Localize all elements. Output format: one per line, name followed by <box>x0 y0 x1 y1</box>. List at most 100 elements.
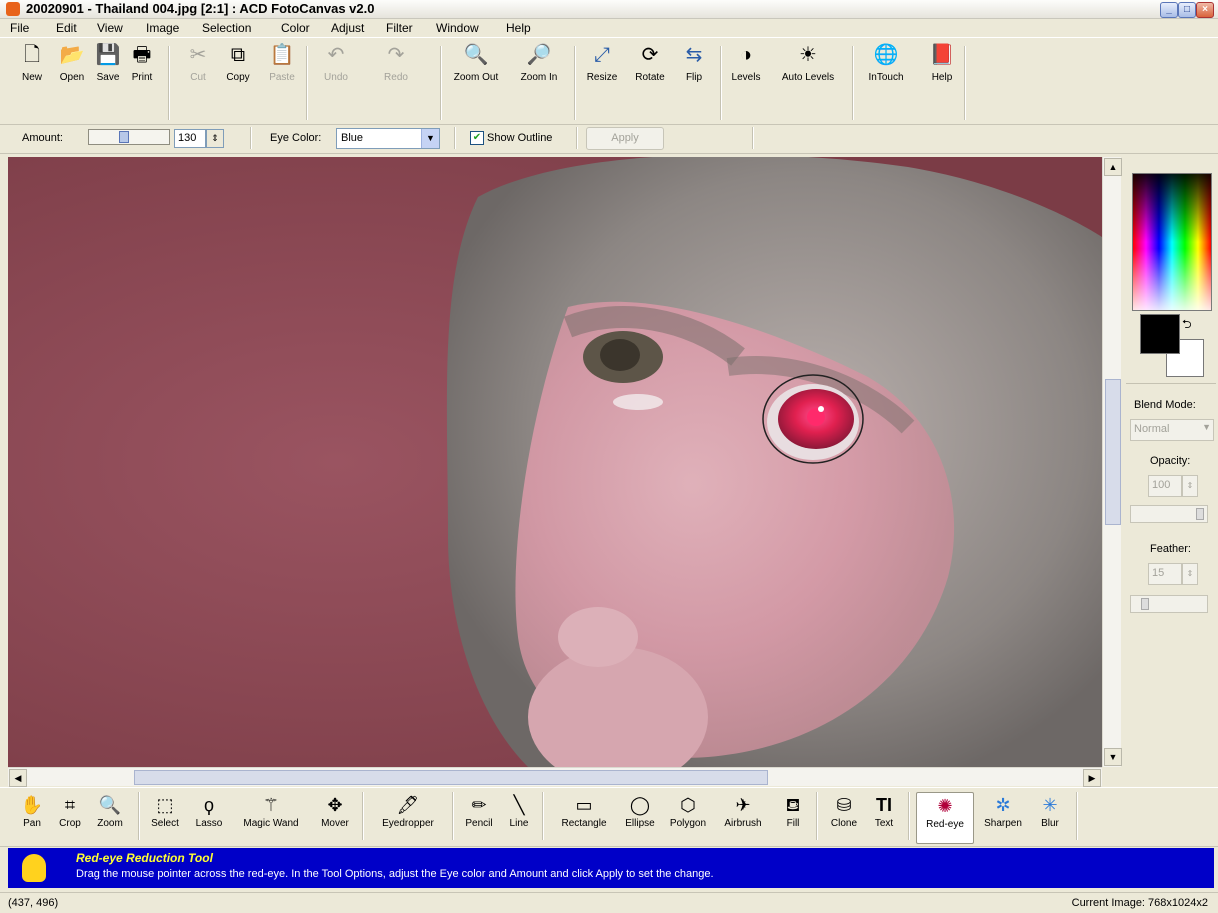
horizontal-scroll-thumb[interactable] <box>134 770 768 785</box>
feather-slider-thumb[interactable] <box>1141 598 1149 610</box>
scroll-down-icon[interactable]: ▼ <box>1104 748 1122 766</box>
magic-wand-icon: ⚚ <box>262 795 280 815</box>
show-outline-checkbox[interactable]: ✔ <box>470 131 484 145</box>
minimize-icon[interactable]: _ <box>1160 2 1178 18</box>
title-bar[interactable]: 20020901 - Thailand 004.jpg [2:1] : ACD … <box>0 0 1218 19</box>
tool-hint-bar: Red-eye Reduction Tool Drag the mouse po… <box>8 848 1214 888</box>
paste-button[interactable]: 📋 Paste <box>260 42 304 120</box>
tools-separator <box>1076 792 1078 840</box>
ellipse-label: Ellipse <box>625 818 655 829</box>
menu-image[interactable]: Image <box>146 21 179 35</box>
pencil-tool[interactable]: ✏ Pencil <box>458 792 500 842</box>
auto-levels-button[interactable]: ☀ Auto Levels <box>782 42 834 120</box>
line-tool[interactable]: ╲ Line <box>502 792 536 842</box>
opacity-slider[interactable] <box>1130 505 1208 523</box>
undo-button[interactable]: ↶ Undo <box>314 42 358 120</box>
amount-slider[interactable] <box>88 129 170 145</box>
blur-icon: ✳ <box>1042 795 1058 815</box>
text-label: Text <box>874 818 894 829</box>
image-canvas[interactable] <box>8 157 1102 767</box>
pencil-icon: ✏ <box>471 795 487 815</box>
flip-button[interactable]: ⇆ Flip <box>672 42 716 120</box>
opacity-spinner[interactable]: ⇕ <box>1182 475 1198 497</box>
blend-mode-label: Blend Mode: <box>1134 399 1196 411</box>
menu-selection[interactable]: Selection <box>202 21 251 35</box>
menu-adjust[interactable]: Adjust <box>331 21 364 35</box>
intouch-button[interactable]: 🌐 InTouch <box>864 42 908 120</box>
hint-text: Drag the mouse pointer across the red-ey… <box>76 868 714 880</box>
menu-view[interactable]: View <box>97 21 123 35</box>
feather-spinner[interactable]: ⇕ <box>1182 563 1198 585</box>
amount-field[interactable]: 130 <box>174 129 206 148</box>
menu-window[interactable]: Window <box>436 21 479 35</box>
foreground-color-swatch[interactable] <box>1140 314 1180 354</box>
mover-tool[interactable]: ✥ Mover <box>312 792 358 842</box>
resize-button[interactable]: ⤢ Resize <box>580 42 624 120</box>
show-outline-label[interactable]: Show Outline <box>487 132 552 144</box>
auto-levels-label: Auto Levels <box>781 72 835 83</box>
copy-icon: ⧉ <box>230 44 246 66</box>
clone-tool[interactable]: ⛁ Clone <box>824 792 864 842</box>
hint-title: Red-eye Reduction Tool <box>76 851 213 865</box>
pan-tool[interactable]: ✋ Pan <box>18 792 46 842</box>
select-tool[interactable]: ⬚ Select <box>144 792 186 842</box>
lasso-tool[interactable]: ϙ Lasso <box>188 792 230 842</box>
select-label: Select <box>151 818 179 829</box>
toolbar-separator <box>574 46 576 120</box>
close-icon[interactable]: × <box>1196 2 1214 18</box>
text-tool[interactable]: TI Text <box>866 792 902 842</box>
magic-wand-tool[interactable]: ⚚ Magic Wand <box>234 792 308 842</box>
blur-tool[interactable]: ✳ Blur <box>1030 792 1070 842</box>
airbrush-tool[interactable]: ✈ Airbrush <box>716 792 770 842</box>
scroll-right-icon[interactable]: ▶ <box>1083 769 1101 787</box>
menu-help[interactable]: Help <box>506 21 531 35</box>
feather-field[interactable]: 15 <box>1148 563 1182 585</box>
fill-tool[interactable]: ⛾ Fill <box>776 792 810 842</box>
scroll-left-icon[interactable]: ◀ <box>9 769 27 787</box>
rectangle-tool[interactable]: ▭ Rectangle <box>550 792 618 842</box>
opacity-field[interactable]: 100 <box>1148 475 1182 497</box>
sharpen-tool[interactable]: ✲ Sharpen <box>978 792 1028 842</box>
eye-color-select[interactable]: Blue ▼ <box>336 128 440 149</box>
blend-mode-select[interactable]: Normal ▼ <box>1130 419 1214 441</box>
chevron-down-icon[interactable]: ▼ <box>421 129 439 148</box>
vertical-scroll-thumb[interactable] <box>1105 379 1121 525</box>
amount-spinner[interactable]: ⇕ <box>206 129 224 148</box>
eyedropper-tool[interactable]: 🖋 Eyedropper <box>370 792 446 842</box>
red-eye-icon: ✺ <box>937 796 953 816</box>
maximize-icon[interactable]: □ <box>1178 2 1196 18</box>
amount-slider-thumb[interactable] <box>119 131 129 143</box>
ellipse-tool[interactable]: ◯ Ellipse <box>616 792 664 842</box>
vertical-scrollbar[interactable]: ▲ ▼ <box>1102 157 1122 767</box>
scroll-up-icon[interactable]: ▲ <box>1104 158 1122 176</box>
hand-icon: ✋ <box>20 795 44 815</box>
menu-filter[interactable]: Filter <box>386 21 413 35</box>
app-icon[interactable] <box>6 2 20 16</box>
zoom-in-button[interactable]: 🔎 Zoom In <box>517 42 561 120</box>
menu-color[interactable]: Color <box>281 21 310 35</box>
text-tool-icon: TI <box>876 795 892 815</box>
crop-tool[interactable]: ⌗ Crop <box>54 792 86 842</box>
levels-button[interactable]: ◑ Levels <box>724 42 768 120</box>
feather-slider[interactable] <box>1130 595 1208 613</box>
clone-label: Clone <box>830 818 858 829</box>
menu-file[interactable]: File <box>10 21 29 35</box>
redo-button[interactable]: ↷ Redo <box>374 42 418 120</box>
save-disk-icon: 💾 <box>95 44 121 66</box>
color-palette[interactable] <box>1132 173 1212 311</box>
help-button[interactable]: 📕 Help <box>920 42 964 120</box>
intouch-label: InTouch <box>868 72 904 83</box>
toolbar-separator <box>168 46 170 120</box>
red-eye-tool[interactable]: ✺ Red-eye <box>916 792 974 844</box>
horizontal-scrollbar[interactable]: ◀ ▶ <box>8 767 1102 787</box>
print-button[interactable]: 🖶 Print <box>120 42 164 120</box>
chevron-down-icon[interactable]: ▼ <box>1202 422 1211 432</box>
help-book-icon: 📕 <box>929 44 955 66</box>
zoom-out-button[interactable]: 🔍 Zoom Out <box>454 42 498 120</box>
menu-edit[interactable]: Edit <box>56 21 77 35</box>
apply-button[interactable]: Apply <box>586 127 664 150</box>
polygon-tool[interactable]: ⬡ Polygon <box>662 792 714 842</box>
zoom-tool[interactable]: 🔍 Zoom <box>92 792 128 842</box>
swap-colors-icon[interactable]: ⮌ <box>1182 315 1192 336</box>
opacity-slider-thumb[interactable] <box>1196 508 1204 520</box>
